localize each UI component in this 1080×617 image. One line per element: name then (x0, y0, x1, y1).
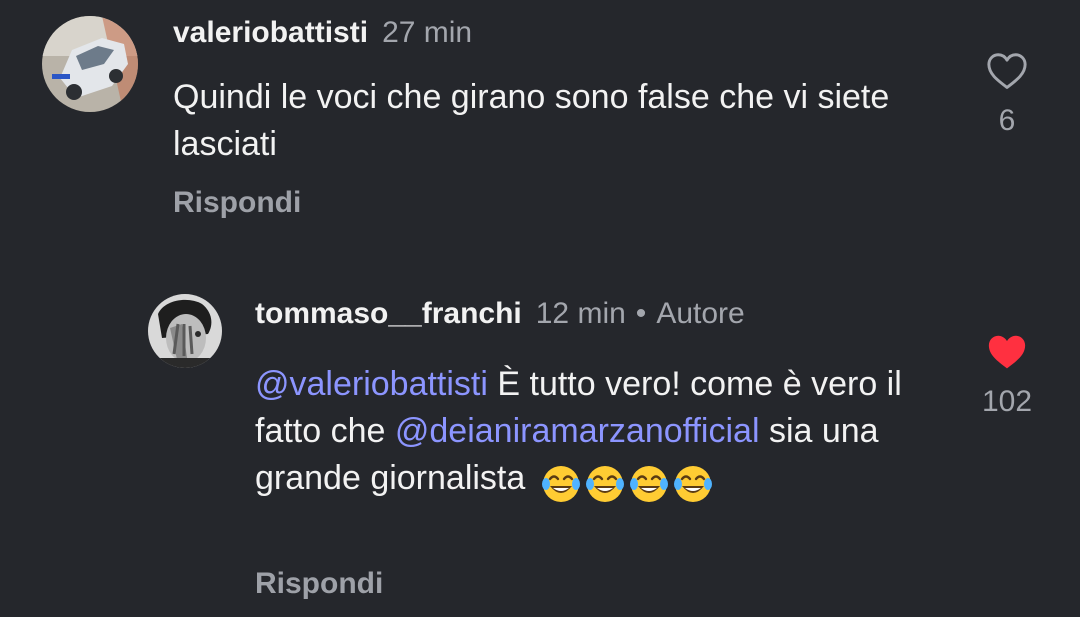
tears-of-joy-emoji-icon (673, 466, 712, 503)
mention-link[interactable]: @deianiramarzanofficial (395, 412, 760, 450)
comment-meta: tommaso__franchi 12 min • Autore (255, 296, 745, 332)
author-badge: Autore (656, 297, 745, 330)
heart-outline-icon (957, 52, 1057, 90)
timestamp: 12 min (535, 297, 626, 330)
reply-button[interactable]: Rispondi (255, 567, 383, 601)
like-count: 102 (981, 385, 1033, 418)
reply-button[interactable]: Rispondi (173, 186, 301, 220)
comments-thread: valeriobattisti 27 min Quindi le voci che… (0, 0, 1080, 617)
avatar[interactable] (42, 16, 138, 112)
reply-comment: tommaso__franchi 12 min • Autore @valerioba… (0, 285, 1080, 617)
tears-of-joy-emoji-icon (541, 466, 580, 503)
like-button[interactable]: 102 (957, 333, 1057, 419)
username[interactable]: tommaso__franchi (255, 297, 522, 330)
heart-filled-icon (957, 333, 1057, 371)
emoji-row (541, 459, 717, 506)
tears-of-joy-emoji-icon (629, 466, 668, 503)
comment-text: Quindi le voci che girano sono false che… (173, 78, 890, 163)
comment-text: @valeriobattisti È tutto vero! come è ve… (255, 361, 935, 506)
mention-link[interactable]: @valeriobattisti (255, 365, 488, 403)
like-button[interactable]: 6 (957, 52, 1057, 138)
username[interactable]: valeriobattisti (173, 16, 368, 49)
comment: valeriobattisti 27 min Quindi le voci che… (0, 0, 1080, 260)
tears-of-joy-emoji-icon (585, 466, 624, 503)
like-count: 6 (998, 104, 1016, 137)
comment-meta: valeriobattisti 27 min (173, 15, 472, 51)
separator-dot: • (635, 297, 647, 330)
avatar[interactable] (148, 294, 222, 368)
timestamp: 27 min (382, 16, 473, 49)
